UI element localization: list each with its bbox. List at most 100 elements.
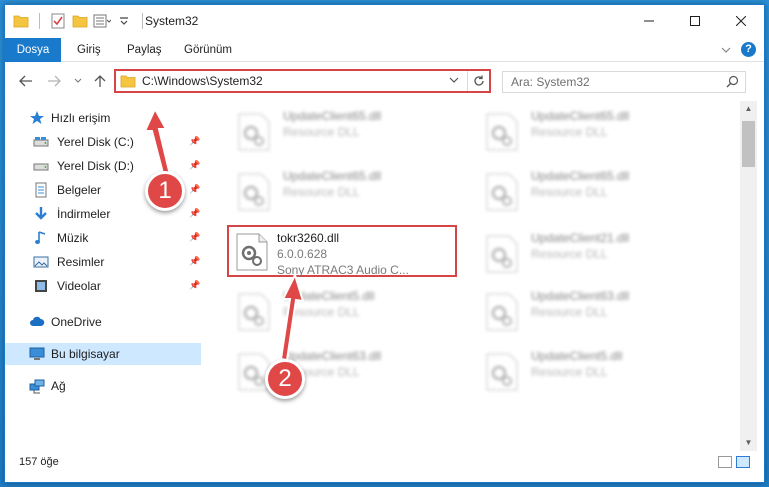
item-count: 157 öğe (19, 456, 59, 468)
customize-toolbar-icon[interactable] (114, 11, 134, 31)
file-item[interactable]: UpdateClient5.dll Resource DLL (221, 283, 451, 335)
callout-arrow-2 (279, 273, 305, 362)
file-name: tokr3260.dll (277, 231, 340, 245)
sidebar-item-label: Belgeler (57, 183, 102, 197)
window-title: System32 (145, 14, 199, 28)
address-path[interactable]: C:\Windows\System32 (142, 74, 263, 88)
qat-separator (39, 13, 40, 29)
file-name: UpdateClient5.dll (531, 349, 623, 363)
view-options-icon[interactable] (92, 11, 112, 31)
explorer-window: System32 Dosya Giriş Paylaş Görünüm ? C:… (4, 4, 765, 483)
scroll-up-icon[interactable]: ▲ (740, 101, 757, 117)
up-button[interactable] (89, 71, 111, 91)
details-view-icon[interactable] (718, 456, 732, 468)
drive-icon (33, 134, 49, 150)
ribbon-right-controls: ? (721, 42, 756, 57)
title-bar: System32 (5, 5, 764, 37)
sidebar-item-label: OneDrive (51, 315, 102, 329)
sidebar-item-label: Müzik (57, 231, 89, 245)
file-name: UpdateClient65.dll (283, 109, 382, 123)
sidebar-item-network[interactable]: Ağ (5, 375, 201, 397)
documents-icon (33, 182, 49, 198)
vertical-scrollbar[interactable]: ▲ ▼ (740, 101, 757, 451)
pictures-icon (33, 254, 49, 270)
search-box[interactable]: Ara: System32 (502, 71, 746, 93)
help-icon[interactable]: ? (741, 42, 756, 57)
sidebar-item-onedrive[interactable]: OneDrive (5, 311, 201, 333)
search-icon[interactable] (726, 75, 739, 91)
file-name: UpdateClient65.dll (531, 109, 630, 123)
navigation-bar: C:\Windows\System32 Ara: System32 (5, 63, 764, 99)
dll-file-icon (237, 173, 271, 211)
drive-icon (33, 158, 49, 174)
refresh-button[interactable] (467, 71, 489, 91)
sidebar-item-music[interactable]: Müzik 📌 (5, 227, 201, 249)
sidebar-item-label: Yerel Disk (D:) (57, 159, 134, 173)
pin-icon[interactable]: 📌 (189, 256, 200, 267)
forward-button[interactable] (43, 71, 65, 91)
folder-icon[interactable] (11, 11, 31, 31)
close-button[interactable] (718, 5, 764, 37)
sidebar-item-videos[interactable]: Videolar 📌 (5, 275, 201, 297)
minimize-button[interactable] (626, 5, 672, 37)
ribbon-tabs: Dosya Giriş Paylaş Görünüm ? (5, 38, 764, 62)
computer-icon (29, 346, 45, 362)
dll-file-icon (485, 173, 519, 211)
file-type: Resource DLL (531, 365, 608, 379)
scroll-down-icon[interactable]: ▼ (740, 435, 757, 451)
scrollbar-thumb[interactable] (742, 121, 755, 167)
callout-badge-1: 1 (145, 171, 185, 211)
address-dropdown-icon[interactable] (449, 73, 459, 87)
file-item[interactable]: UpdateClient65.dll Resource DLL (221, 103, 451, 155)
tiles-view-icon[interactable] (736, 456, 750, 468)
file-item-tokr3260[interactable]: tokr3260.dll 6.0.0.628 Sony ATRAC3 Audio… (227, 225, 457, 277)
network-icon (29, 378, 45, 394)
sidebar-item-label: Ağ (51, 379, 66, 393)
file-item[interactable]: UpdateClient5.dll Resource DLL (469, 343, 699, 395)
dll-file-icon (237, 113, 271, 151)
sidebar-item-label: Videolar (57, 279, 101, 293)
address-bar[interactable]: C:\Windows\System32 (114, 69, 491, 93)
pin-icon[interactable]: 📌 (189, 232, 200, 243)
sidebar-item-label: Yerel Disk (C:) (57, 135, 134, 149)
folder-icon (120, 74, 136, 91)
tab-home[interactable]: Giriş (77, 38, 101, 62)
pin-icon[interactable]: 📌 (189, 280, 200, 291)
star-icon (29, 110, 45, 126)
file-version: 6.0.0.628 (277, 247, 328, 261)
file-type: Resource DLL (531, 185, 608, 199)
new-folder-icon[interactable] (70, 11, 90, 31)
expand-ribbon-icon[interactable] (721, 43, 731, 57)
file-item[interactable]: UpdateClient63.dll Resource DLL (469, 283, 699, 335)
file-item[interactable]: UpdateClient65.dll Resource DLL (221, 163, 451, 215)
file-type: Resource DLL (283, 185, 360, 199)
tab-file[interactable]: Dosya (5, 38, 61, 62)
download-icon (33, 206, 49, 222)
properties-icon[interactable] (48, 11, 68, 31)
dll-file-icon (485, 113, 519, 151)
file-type: Resource DLL (531, 125, 608, 139)
maximize-button[interactable] (672, 5, 718, 37)
file-name: UpdateClient63.dll (531, 289, 630, 303)
file-item[interactable]: UpdateClient65.dll Resource DLL (469, 103, 699, 155)
music-icon (33, 230, 49, 246)
sidebar-item-label: Resimler (57, 255, 105, 269)
qat-separator (142, 13, 143, 29)
cloud-icon (29, 314, 45, 330)
sidebar-item-label: İndirmeler (57, 207, 111, 221)
back-button[interactable] (15, 71, 37, 91)
dll-file-icon (237, 293, 271, 331)
quick-access-toolbar (11, 11, 149, 31)
tab-share[interactable]: Paylaş (127, 38, 162, 62)
recent-locations-button[interactable] (67, 71, 89, 91)
sidebar-item-pictures[interactable]: Resimler 📌 (5, 251, 201, 273)
sidebar-item-this-pc[interactable]: Bu bilgisayar (5, 343, 201, 365)
file-type: Resource DLL (531, 305, 608, 319)
search-placeholder: Ara: System32 (511, 75, 590, 89)
file-item[interactable]: UpdateClient63.dll Resource DLL (221, 343, 451, 395)
videos-icon (33, 278, 49, 294)
tab-view[interactable]: Görünüm (184, 38, 232, 62)
file-name: UpdateClient21.dll (531, 231, 630, 245)
file-item[interactable]: UpdateClient21.dll Resource DLL (469, 225, 699, 277)
file-item[interactable]: UpdateClient65.dll Resource DLL (469, 163, 699, 215)
